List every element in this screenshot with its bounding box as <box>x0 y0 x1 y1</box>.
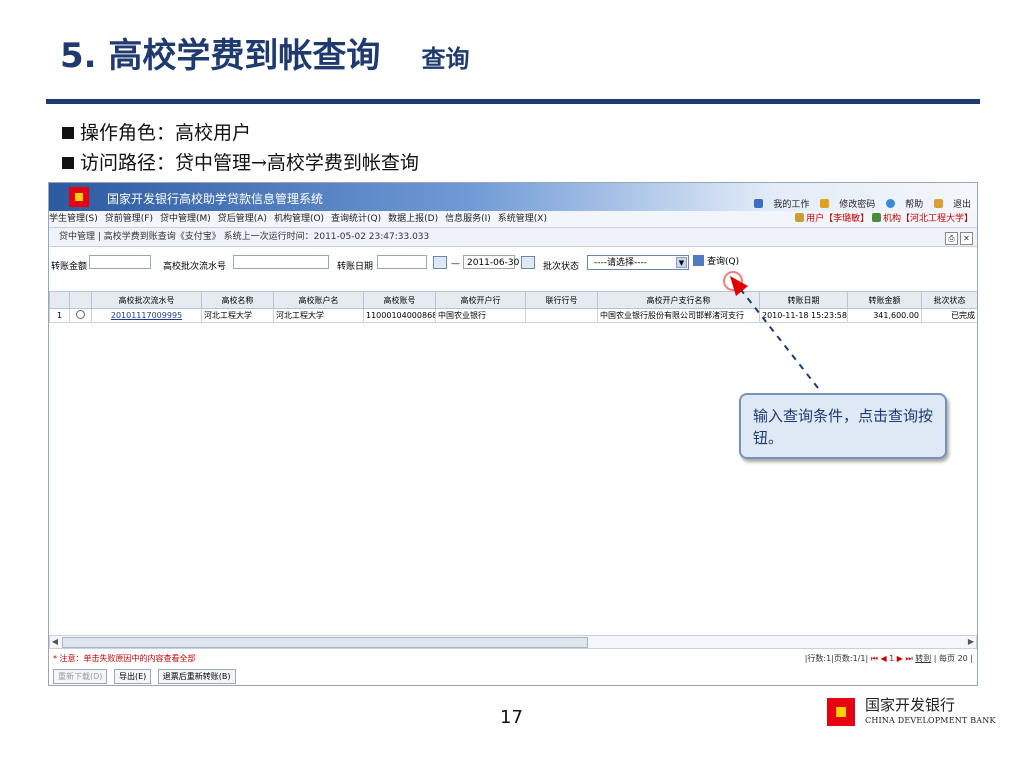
footer-note: * 注意：单击失败原因中的内容查看全部 <box>53 654 196 663</box>
breadcrumb: 贷中管理 | 高校学费到账查询《支付宝》 系统上一次运行时间：2011-05-0… <box>49 228 977 247</box>
refund-retransfer-button[interactable]: 退票后重新转账(B) <box>157 669 236 684</box>
search-icon <box>693 255 704 266</box>
menu-info[interactable]: 信息服务(I) <box>445 214 491 224</box>
bullet-list: 操作角色：高校用户 访问路径：贷中管理→高校学费到帐查询 <box>62 118 419 178</box>
goto-button[interactable]: 转到 <box>915 654 931 663</box>
col-bank-code[interactable]: 联行行号 <box>525 291 598 309</box>
col-account-name[interactable]: 高校账户名 <box>273 291 364 309</box>
top-links: 我的工作 修改密码 帮助 退出 <box>746 197 971 210</box>
col-amount[interactable]: 转账金额 <box>847 291 922 309</box>
title-rule <box>46 99 980 104</box>
col-status[interactable]: 批次状态 <box>921 291 977 309</box>
table-row[interactable]: 1 20101117009995 河北工程大学 河北工程大学 110001040… <box>49 308 977 323</box>
app-header: 国家开发银行高校助学贷款信息管理系统 我的工作 修改密码 帮助 退出 <box>49 183 977 211</box>
slide-title: 5. 高校学费到帐查询 查询 <box>60 28 470 77</box>
bullet-item: 访问路径：贷中管理→高校学费到帐查询 <box>62 148 419 178</box>
per-page-input[interactable]: 20 <box>958 654 968 663</box>
calendar-icon[interactable] <box>521 256 535 269</box>
col-batch-no[interactable]: 高校批次流水号 <box>91 291 202 309</box>
callout-box: 输入查询条件，点击查询按钮。 <box>739 393 947 459</box>
result-table: 高校批次流水号 高校名称 高校账户名 高校账号 高校开户行 联行行号 高校开户支… <box>49 291 977 323</box>
pager-nav[interactable]: ⏮ ◀ 1 ▶ ⏭ <box>871 654 913 663</box>
my-work-link[interactable]: 我的工作 <box>754 199 809 210</box>
slide-title-sub: 查询 <box>421 45 470 73</box>
arrow-head-icon <box>730 276 748 296</box>
filter-bar: 转账金额 高校批次流水号 转账日期 — 2011-06-30 批次状态 ----… <box>49 253 977 277</box>
dashed-leader-line <box>737 285 819 389</box>
calendar-icon[interactable] <box>433 256 447 269</box>
menu-org[interactable]: 机构管理(O) <box>274 214 324 224</box>
date-start-input[interactable] <box>377 255 427 269</box>
date-end-input[interactable]: 2011-06-30 <box>463 255 519 269</box>
redownload-button[interactable]: 重新下载(D) <box>53 669 108 684</box>
menu-mid-loan[interactable]: 贷中管理(M) <box>160 214 211 224</box>
export-button[interactable]: 导出(E) <box>113 669 152 684</box>
col-account-no[interactable]: 高校账号 <box>363 291 436 309</box>
page-number: 17 <box>500 707 523 728</box>
date-separator: — <box>451 259 460 269</box>
menu-report[interactable]: 数据上报(D) <box>388 214 438 224</box>
amount-label: 转账金额 <box>51 262 88 272</box>
col-school-name[interactable]: 高校名称 <box>201 291 274 309</box>
menu-pre-loan[interactable]: 贷前管理(F) <box>105 214 153 224</box>
help-link[interactable]: 帮助 <box>886 199 923 210</box>
bank-name-en: CHINA DEVELOPMENT BANK <box>865 716 996 725</box>
col-bank[interactable]: 高校开户行 <box>435 291 526 309</box>
horizontal-scrollbar[interactable]: ◀ ▶ <box>49 635 977 649</box>
change-password-link[interactable]: 修改密码 <box>820 199 875 210</box>
help-icon <box>886 199 896 208</box>
scroll-left-icon[interactable]: ◀ <box>50 636 60 648</box>
chevron-down-icon: ▼ <box>676 257 687 268</box>
slide-title-main: 5. 高校学费到帐查询 <box>60 36 381 76</box>
date-label: 转账日期 <box>337 262 374 272</box>
square-bullet-icon <box>62 157 74 169</box>
scroll-right-icon[interactable]: ▶ <box>966 636 976 648</box>
app-title: 国家开发银行高校助学贷款信息管理系统 <box>107 192 324 206</box>
batch-input[interactable] <box>233 255 329 269</box>
row-radio[interactable] <box>76 310 85 319</box>
bottom-toolbar: 重新下载(D) 导出(E) 退票后重新转账(B) <box>53 669 240 684</box>
org-icon <box>871 213 881 222</box>
menu-system[interactable]: 系统管理(X) <box>498 214 547 224</box>
user-icon <box>754 199 764 208</box>
close-icon[interactable]: ✕ <box>960 232 973 245</box>
print-icon[interactable]: ⎙ <box>945 232 958 245</box>
exit-icon <box>933 199 943 208</box>
user-info: 用户【李璐敏】 机构【河北工程大学】 <box>795 211 973 227</box>
amount-input[interactable] <box>89 255 151 269</box>
pencil-icon <box>820 199 830 208</box>
bullet-item: 操作角色：高校用户 <box>62 118 419 148</box>
batch-label: 高校批次流水号 <box>163 262 227 272</box>
bank-logo-icon <box>827 698 855 726</box>
annotation-arrow <box>730 276 819 389</box>
scroll-thumb[interactable] <box>62 637 588 648</box>
status-select[interactable]: ----请选择---- ▼ <box>587 255 689 270</box>
pager: |行数:1|页数:1/1| ⏮ ◀ 1 ▶ ⏭ 转到 | 每页 20 | <box>804 654 973 663</box>
user-icon <box>795 213 805 222</box>
bank-logo-icon <box>69 187 89 207</box>
batch-no-link[interactable]: 20101117009995 <box>91 308 202 323</box>
menu-student[interactable]: 学生管理(S) <box>49 214 98 224</box>
table-header-row: 高校批次流水号 高校名称 高校账户名 高校账号 高校开户行 联行行号 高校开户支… <box>49 291 977 309</box>
query-button[interactable]: 查询(Q) <box>693 255 739 270</box>
menu-query[interactable]: 查询统计(Q) <box>331 214 381 224</box>
bank-name-cn: 国家开发银行 <box>865 696 956 714</box>
menu-post-loan[interactable]: 贷后管理(A) <box>218 214 267 224</box>
menu-bar: 学生管理(S) 贷前管理(F) 贷中管理(M) 贷后管理(A) 机构管理(O) 查询统计(… <box>49 211 977 228</box>
logout-link[interactable]: 退出 <box>933 199 971 210</box>
square-bullet-icon <box>62 127 74 139</box>
status-label: 批次状态 <box>543 262 580 272</box>
